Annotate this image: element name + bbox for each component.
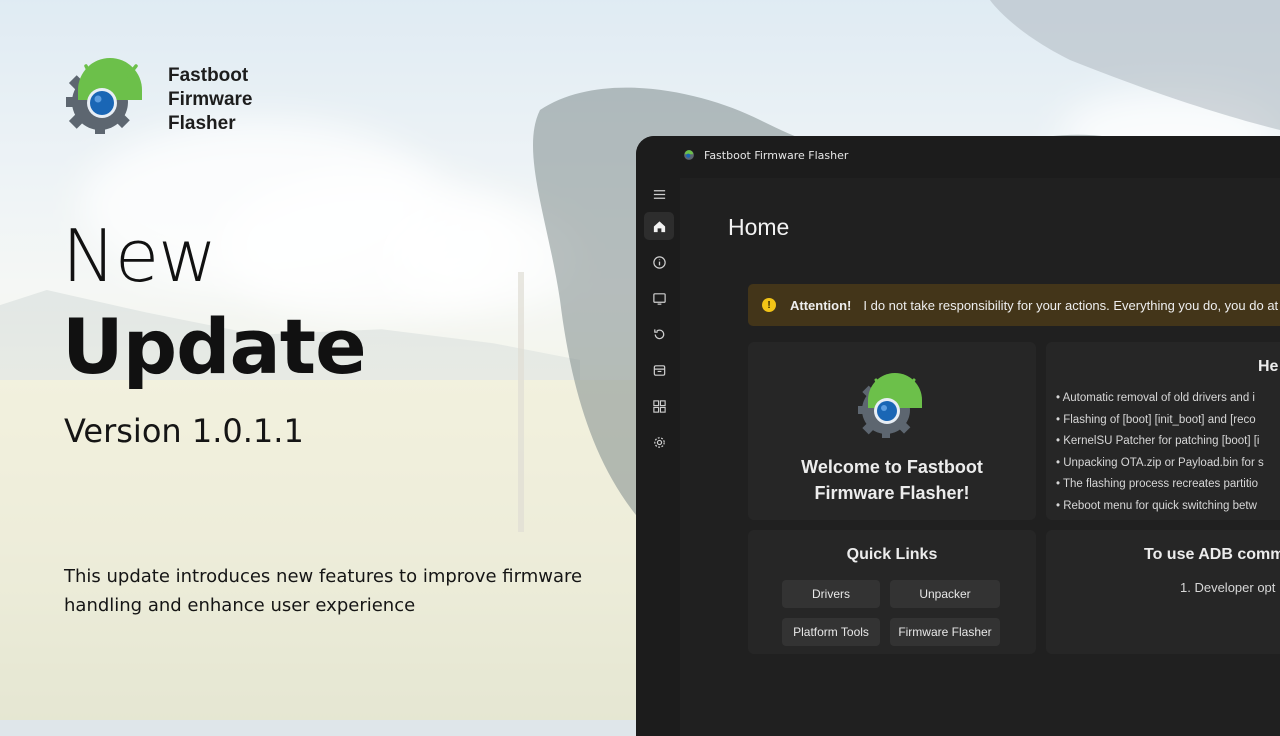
- version-label: Version 1.0.1.1: [64, 412, 304, 450]
- drivers-button[interactable]: Drivers: [782, 580, 880, 608]
- brand-name: Fastboot Firmware Flasher: [168, 64, 252, 136]
- menu-icon[interactable]: [644, 180, 674, 208]
- title-bar: Fastboot Firmware Flasher: [636, 136, 1280, 178]
- headline-update: Update: [62, 302, 367, 391]
- screen-icon[interactable]: [644, 284, 674, 312]
- adb-title: To use ADB comm: [1144, 546, 1280, 563]
- list-item: • The flashing process recreates partiti…: [1056, 478, 1258, 491]
- list-item: • Automatic removal of old drivers and i: [1056, 392, 1255, 404]
- attention-text: I do not take responsibility for your ac…: [863, 297, 1280, 313]
- platform-tools-button[interactable]: Platform Tools: [782, 618, 880, 646]
- list-item: • KernelSU Patcher for patching [boot] […: [1056, 435, 1260, 448]
- help-card: He • Automatic removal of old drivers an…: [1046, 342, 1280, 520]
- unpacker-button[interactable]: Unpacker: [890, 580, 1000, 608]
- attention-banner: ! Attention! I do not take responsibilit…: [748, 284, 1280, 326]
- list-item: • Reboot menu for quick switching betw: [1056, 499, 1257, 512]
- help-title: He: [1258, 358, 1279, 375]
- welcome-card: Welcome to Fastboot Firmware Flasher!: [748, 342, 1036, 520]
- quick-links-card: Quick Links Drivers Unpacker Platform To…: [748, 530, 1036, 654]
- home-icon[interactable]: [644, 212, 674, 240]
- window-title: Fastboot Firmware Flasher: [704, 149, 849, 162]
- android-gear-icon: [66, 58, 142, 134]
- headline-new: New: [62, 214, 217, 298]
- adb-card: To use ADB comm 1. Developer opt: [1046, 530, 1280, 654]
- warning-icon: !: [762, 298, 776, 312]
- adb-step: 1. Developer opt: [1180, 580, 1276, 595]
- app-logo-icon: [684, 150, 694, 160]
- brand-line-3: Flasher: [168, 113, 236, 134]
- list-item: • Unpacking OTA.zip or Payload.bin for s: [1056, 456, 1264, 469]
- welcome-line-1: Welcome to Fastboot: [801, 457, 983, 477]
- android-gear-icon: [858, 373, 922, 438]
- app-window: Fastboot Firmware Flasher Home ! Attenti…: [636, 136, 1280, 736]
- info-icon[interactable]: [644, 248, 674, 276]
- attention-label: Attention!: [790, 297, 852, 313]
- reboot-icon[interactable]: [644, 320, 674, 348]
- quick-links-title: Quick Links: [846, 546, 938, 563]
- grid-icon[interactable]: [644, 392, 674, 420]
- package-icon[interactable]: [644, 356, 674, 384]
- update-description: This update introduces new features to i…: [64, 566, 583, 616]
- settings-icon[interactable]: [644, 428, 674, 456]
- sidebar: [636, 178, 680, 736]
- main-content: Home ! Attention! I do not take responsi…: [680, 178, 1280, 736]
- brand-line-1: Fastboot: [168, 65, 249, 86]
- welcome-line-2: Firmware Flasher!: [814, 483, 970, 503]
- brand-line-2: Firmware: [168, 89, 253, 110]
- firmware-flasher-button[interactable]: Firmware Flasher: [890, 618, 1000, 646]
- list-item: • Flashing of [boot] [init_boot] and [re…: [1056, 413, 1256, 426]
- page-title: Home: [728, 214, 790, 240]
- welcome-heading: Welcome to Fastboot Firmware Flasher!: [748, 454, 1036, 506]
- feature-list: • Automatic removal of old drivers and i…: [1056, 388, 1280, 518]
